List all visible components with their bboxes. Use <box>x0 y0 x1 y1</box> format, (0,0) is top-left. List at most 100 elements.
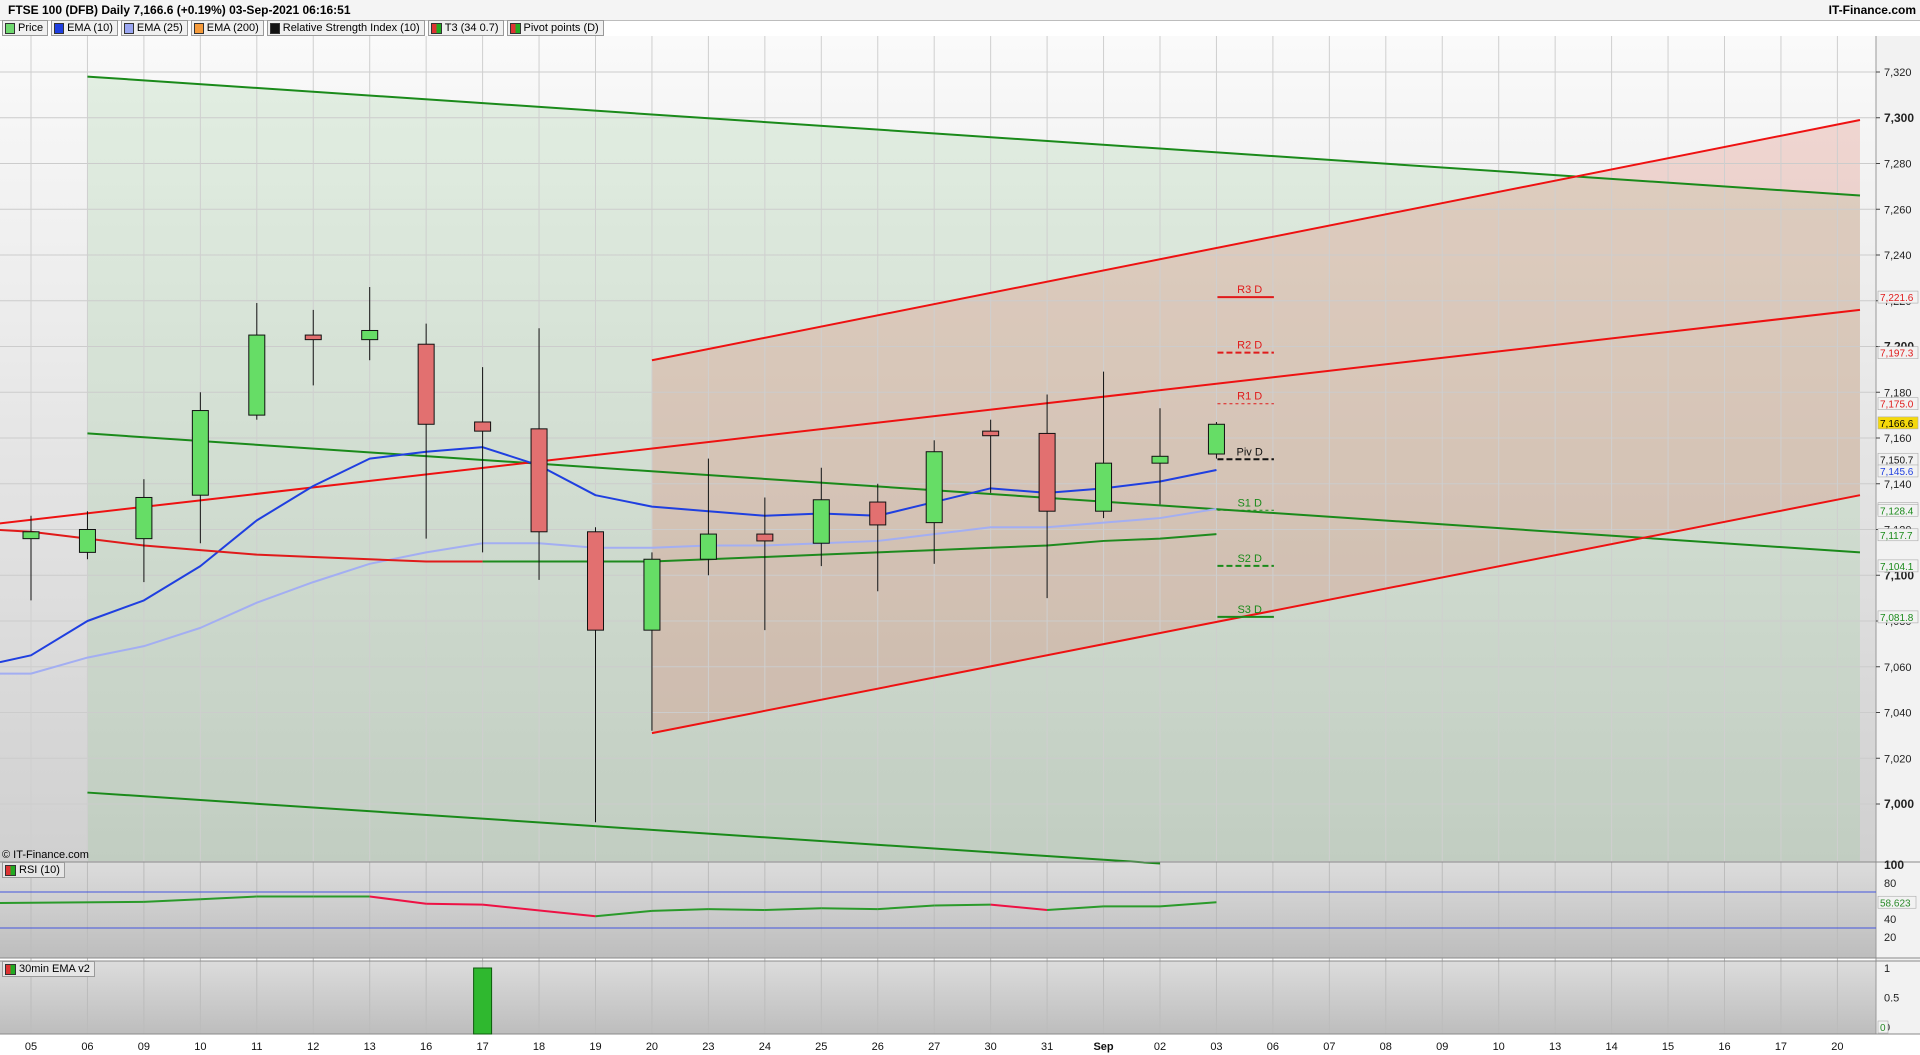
x-axis-label: 08 <box>1380 1041 1392 1053</box>
axis-tick-label: 7,060 <box>1884 662 1912 674</box>
x-axis-label: 15 <box>1662 1041 1674 1053</box>
candle-body <box>587 531 604 631</box>
rsi-line-segment <box>934 903 991 907</box>
candle-body <box>417 343 435 425</box>
candle-body <box>1207 423 1225 455</box>
pivot-label: R1 D <box>1237 391 1262 403</box>
x-axis-label: 10 <box>194 1041 206 1053</box>
axis-tick-label: 7,040 <box>1884 708 1912 720</box>
candle-body <box>191 410 209 496</box>
x-axis-label: 25 <box>815 1041 827 1053</box>
candle-body <box>1095 462 1113 512</box>
x-axis-label: 20 <box>1831 1041 1843 1053</box>
candle-body <box>135 496 153 540</box>
ema30-bar <box>473 967 493 1035</box>
x-axis-label: 17 <box>1775 1041 1787 1053</box>
price-tag-label: 7,221.6 <box>1880 293 1914 304</box>
rsi-line-segment <box>708 908 765 911</box>
ema30-value-tag: 0 <box>1880 1023 1886 1034</box>
axis-tick-label: 7,140 <box>1884 479 1912 491</box>
candle-body <box>304 334 322 341</box>
x-axis-label: 23 <box>702 1041 714 1053</box>
candle-body <box>361 329 379 341</box>
ema30-axis-label: 0.5 <box>1884 993 1899 1005</box>
price-tag-label: 7,117.7 <box>1880 531 1913 542</box>
x-axis-label: 07 <box>1323 1041 1335 1053</box>
x-axis-label: 17 <box>476 1041 488 1053</box>
x-axis-label: 11 <box>251 1041 262 1053</box>
price-tag-label: 7,175.0 <box>1880 400 1914 411</box>
ema30-pane-label[interactable]: 30min EMA v2 <box>2 961 95 977</box>
axis-tick-label: 7,260 <box>1884 204 1912 216</box>
axis-tick-label: 7,240 <box>1884 250 1912 262</box>
x-axis-label: 06 <box>81 1041 93 1053</box>
ema30-axis-label: 1 <box>1884 963 1890 975</box>
price-tag-label: 7,197.3 <box>1880 349 1914 360</box>
x-axis-label: 06 <box>1267 1041 1279 1053</box>
price-tag-label: 7,081.8 <box>1880 613 1914 624</box>
candle-body <box>1151 455 1169 464</box>
candle-body <box>869 501 887 526</box>
pivot-label: S3 D <box>1237 604 1262 616</box>
pivot-label: Piv D <box>1237 446 1263 458</box>
ema30-swatch-icon <box>5 963 16 975</box>
candle-body <box>812 499 830 544</box>
x-axis-label: 20 <box>646 1041 658 1053</box>
price-tag-label: 7,150.7 <box>1880 455 1914 466</box>
x-axis-label: 24 <box>759 1041 771 1053</box>
rsi-axis-label: 80 <box>1884 878 1896 890</box>
copyright-text: © IT-Finance.com <box>2 849 89 861</box>
x-axis-label: 18 <box>533 1041 545 1053</box>
rsi-axis-label: 20 <box>1884 932 1896 944</box>
x-axis-label: 14 <box>1605 1041 1617 1053</box>
candle-body <box>248 334 266 416</box>
rsi-line-segment <box>426 902 483 906</box>
price-tag-label: 7,166.6 <box>1880 419 1914 430</box>
pivot-label: R3 D <box>1237 284 1262 296</box>
x-axis-label: 09 <box>138 1041 150 1053</box>
axis-tick-label: 7,300 <box>1884 111 1914 125</box>
axis-tick-label: 7,000 <box>1884 797 1914 811</box>
rsi-pane-label-text: RSI (10) <box>19 864 60 876</box>
ema30-pane-background <box>0 961 1876 1034</box>
x-axis-label: 13 <box>1549 1041 1561 1053</box>
x-axis-label: 26 <box>872 1041 884 1053</box>
rsi-axis-label: 40 <box>1884 914 1896 926</box>
x-axis-label: 16 <box>1718 1041 1730 1053</box>
chart-canvas[interactable]: R3 D R2 D R1 D Piv D S1 D S2 D S3 D 7,000 7,020 7… <box>0 0 1920 1055</box>
x-axis-label: 10 <box>1493 1041 1505 1053</box>
x-axis-label: 03 <box>1210 1041 1222 1053</box>
x-axis-label: 02 <box>1154 1041 1166 1053</box>
x-axis-label: 13 <box>364 1041 376 1053</box>
rsi-pane-label[interactable]: RSI (10) <box>2 862 65 878</box>
pivot-label: S2 D <box>1237 553 1262 565</box>
rsi-line-segment <box>821 907 878 911</box>
x-axis-label: 31 <box>1041 1041 1053 1053</box>
axis-tick-label: 7,320 <box>1884 67 1912 79</box>
rsi-value-tag: 58.623 <box>1880 898 1911 909</box>
candle-body <box>756 533 774 542</box>
rsi-pane-background <box>0 862 1876 958</box>
candle-body <box>643 558 661 631</box>
pivot-label: S1 D <box>1237 497 1262 509</box>
price-tag-label: 7,104.1 <box>1880 562 1914 573</box>
x-axis-label: Sep <box>1093 1041 1113 1053</box>
candle-body <box>1038 432 1056 512</box>
rsi-line-segment <box>30 900 144 904</box>
x-axis-label: 27 <box>928 1041 940 1053</box>
candle-body <box>474 421 492 432</box>
candle-body <box>22 531 40 540</box>
pivot-label: R2 D <box>1237 340 1262 352</box>
candle-body <box>78 529 96 553</box>
x-axis-label: 19 <box>589 1041 601 1053</box>
axis-tick-label: 7,160 <box>1884 433 1912 445</box>
rsi-axis-label: 100 <box>1884 858 1904 872</box>
x-axis-label: 09 <box>1436 1041 1448 1053</box>
candle-body <box>699 533 717 560</box>
x-axis-label: 05 <box>25 1041 37 1053</box>
price-tag-label: 7,145.6 <box>1880 467 1914 478</box>
price-tag-label: 7,128.4 <box>1880 506 1914 517</box>
axis-tick-label: 7,280 <box>1884 159 1912 171</box>
candle-body <box>925 451 943 524</box>
candle-body <box>530 428 548 533</box>
